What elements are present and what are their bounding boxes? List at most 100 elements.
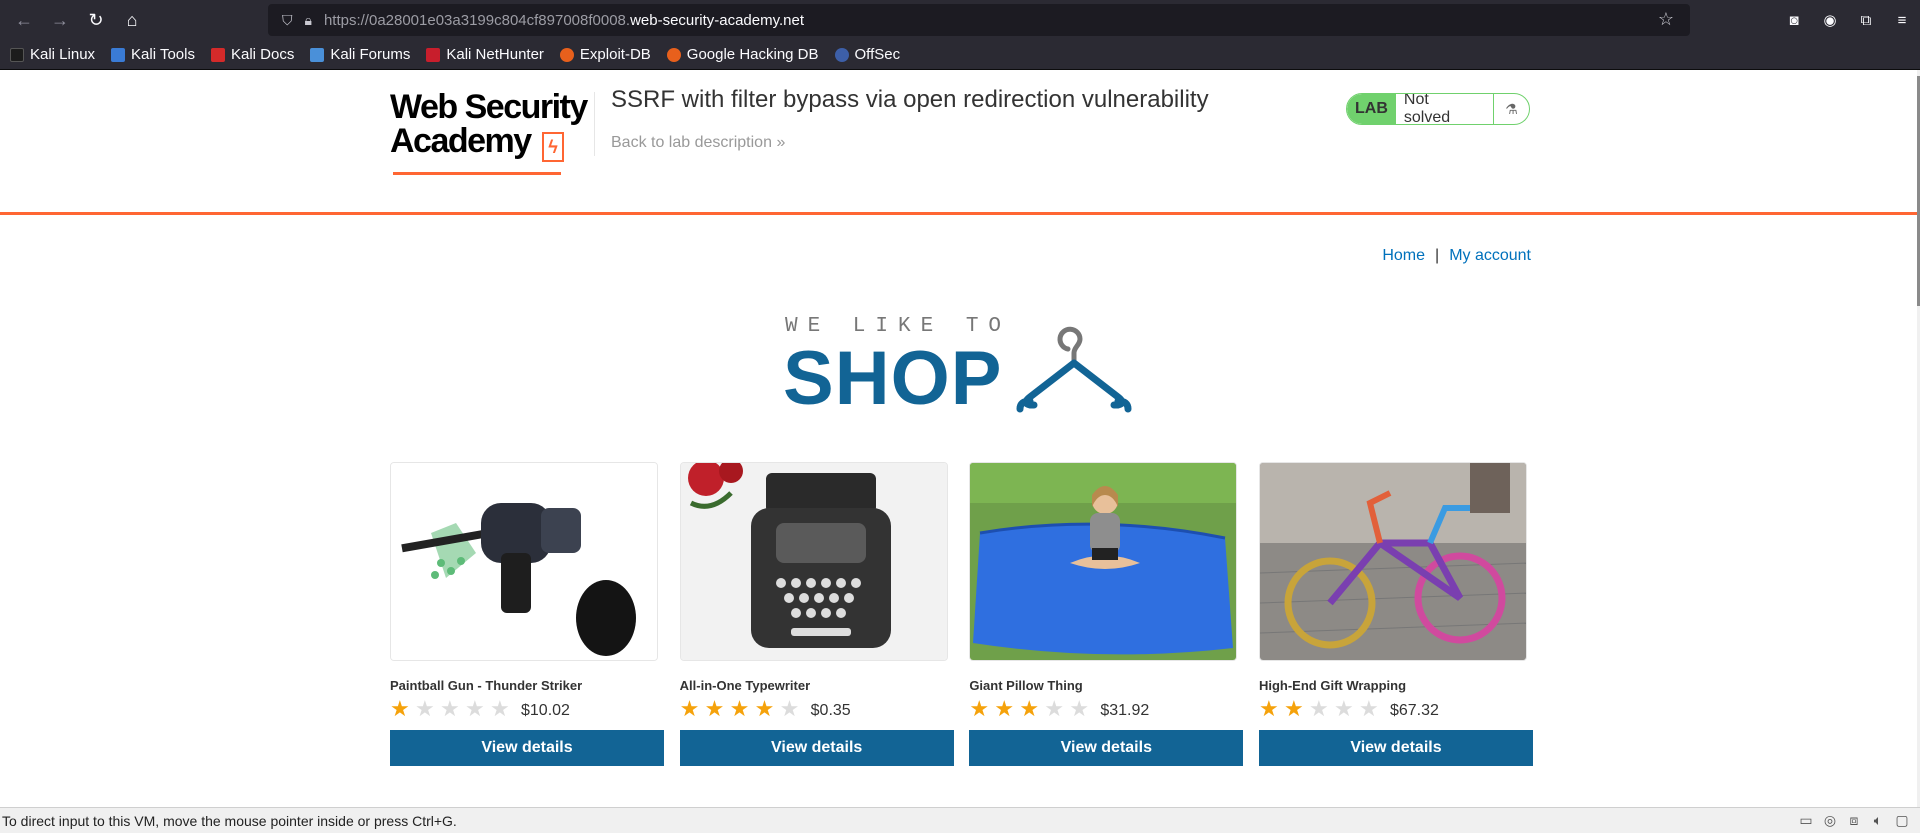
logo-underline (393, 172, 561, 175)
lab-status: Not solved (1403, 93, 1451, 125)
double-chevron-icon: » (776, 134, 786, 151)
star-icon: ★ (390, 696, 410, 721)
nethunter-icon (426, 47, 441, 62)
product-rating: ★ ★ ★ ★ ★ $31.92 (969, 698, 1240, 720)
display-icon[interactable]: ▢ (1890, 812, 1914, 829)
bookmark-google-hacking-db[interactable]: Google Hacking DB (666, 46, 819, 63)
star-icon: ★ (1333, 696, 1354, 721)
pocket-icon[interactable]: ◙ (1776, 12, 1812, 29)
view-details-button[interactable]: View details (969, 730, 1244, 766)
star-icon: ★ (679, 696, 700, 721)
banner-title: SHOP (783, 336, 1003, 421)
product-price: $67.32 (1389, 702, 1439, 719)
star-icon: ★ (415, 696, 435, 721)
kali-tools-icon (111, 47, 126, 62)
product-grid: Paintball Gun - Thunder Striker ★ ★ ★ ★ ★ $1… (390, 462, 1533, 766)
url-prefix: https://0a28001e03a3199c804cf897008f0008… (323, 11, 631, 29)
my-account-link[interactable]: My account (1449, 247, 1531, 264)
product-price: $31.92 (1100, 702, 1150, 719)
forward-arrow-icon[interactable]: → (42, 0, 78, 40)
product-price: $10.02 (521, 702, 570, 719)
url-bar[interactable]: ⛉ 🔒︎ https://0a28001e03a3199c804cf897008… (268, 4, 1690, 36)
star-icon: ★ (1308, 696, 1329, 721)
bookmark-kali-linux[interactable]: Kali Linux (10, 46, 95, 63)
network-icon[interactable]: ⧈ (1842, 812, 1866, 829)
bookmark-kali-nethunter[interactable]: Kali NetHunter (426, 46, 544, 63)
back-to-lab-description-link[interactable]: Back to lab description » (611, 134, 785, 152)
star-icon: ★ (440, 696, 460, 721)
account-icon[interactable]: ◉ (1812, 11, 1848, 29)
star-icon: ★ (969, 696, 990, 721)
product-card: Giant Pillow Thing ★ ★ ★ ★ ★ $31.92 View det… (969, 462, 1244, 766)
star-icon: ★ (779, 696, 800, 721)
lightning-bolt-icon: ϟ (542, 132, 564, 162)
offsec-icon (834, 47, 849, 62)
top-navigation: Home | My account (1382, 247, 1531, 265)
star-icon: ★ (1069, 696, 1090, 721)
back-arrow-icon[interactable]: ← (6, 0, 42, 40)
home-link[interactable]: Home (1382, 247, 1425, 264)
product-rating: ★ ★ ★ ★ ★ $67.32 (1259, 698, 1530, 720)
lab-title: SSRF with filter bypass via open redirec… (611, 86, 1209, 113)
shield-icon[interactable]: ⛉ (282, 12, 293, 29)
star-icon: ★ (994, 696, 1015, 721)
star-icon: ★ (1358, 696, 1379, 721)
bookmark-kali-forums[interactable]: Kali Forums (310, 46, 410, 63)
optical-drive-icon[interactable]: ◎ (1818, 812, 1842, 829)
view-details-button[interactable]: View details (390, 730, 664, 766)
star-icon: ★ (729, 696, 750, 721)
page-content: Web Security Academy ϟ SSRF with filter … (0, 70, 1917, 807)
star-icon: ★ (1283, 696, 1304, 721)
bookmarks-bar: Kali Linux Kali Tools Kali Docs Kali For… (0, 40, 1920, 70)
star-icon: ★ (465, 696, 485, 721)
nav-separator: | (1435, 247, 1440, 264)
product-name: Paintball Gun - Thunder Striker (390, 678, 583, 693)
home-icon[interactable]: ⌂ (114, 0, 150, 40)
product-card: Paintball Gun - Thunder Striker ★ ★ ★ ★ ★ $1… (390, 462, 664, 766)
product-image-gift-wrapping (1258, 462, 1527, 661)
bookmark-kali-docs[interactable]: Kali Docs (210, 46, 294, 63)
lock-icon[interactable]: 🔒︎ (305, 12, 312, 29)
coat-hanger-icon (1016, 326, 1132, 413)
lab-status-badge: LAB Not solved ⚗ (1346, 93, 1530, 125)
vm-status-text: To direct input to this VM, move the mou… (2, 812, 457, 829)
browser-toolbar: ← → ↻ ⌂ ⛉ 🔒︎ https://0a28001e03a3199c804… (0, 0, 1920, 40)
hard-disk-icon[interactable]: ▭ (1794, 812, 1818, 829)
product-image-typewriter (679, 462, 948, 661)
view-details-button[interactable]: View details (1258, 730, 1533, 766)
url-domain: web-security-academy.net (630, 11, 805, 29)
product-price: $0.35 (810, 702, 851, 719)
web-security-academy-logo[interactable]: Web Security Academy ϟ (390, 90, 590, 180)
kali-dragon-icon (10, 47, 24, 62)
reload-icon[interactable]: ↻ (78, 0, 114, 40)
kali-docs-icon (210, 47, 225, 62)
vm-status-bar: To direct input to this VM, move the mou… (0, 807, 1920, 833)
flask-icon: ⚗ (1493, 94, 1529, 124)
extensions-icon[interactable]: ⧉ (1848, 12, 1884, 29)
product-image-giant-pillow (969, 462, 1238, 661)
product-name: High-End Gift Wrapping (1258, 678, 1407, 693)
view-details-button[interactable]: View details (679, 730, 954, 766)
bookmark-kali-tools[interactable]: Kali Tools (111, 46, 195, 63)
kali-forums-icon (310, 47, 325, 62)
shop-banner: WE LIKE TO SHOP (780, 315, 1140, 421)
product-image-paintball-gun (390, 462, 658, 661)
menu-icon[interactable]: ≡ (1884, 12, 1920, 29)
ghdb-icon (666, 47, 681, 62)
audio-icon[interactable]: 🔈︎ (1866, 812, 1890, 829)
star-icon: ★ (490, 696, 510, 721)
bookmark-star-icon[interactable]: ☆ (1658, 9, 1674, 30)
academy-header: Web Security Academy ϟ SSRF with filter … (0, 70, 1917, 215)
star-icon: ★ (704, 696, 725, 721)
star-icon: ★ (1258, 696, 1279, 721)
lab-label: LAB (1347, 94, 1396, 124)
bookmark-exploit-db[interactable]: Exploit-DB (559, 46, 651, 63)
product-rating: ★ ★ ★ ★ ★ $10.02 (390, 698, 661, 720)
product-card: High-End Gift Wrapping ★ ★ ★ ★ ★ $67.32 View… (1258, 462, 1533, 766)
product-name: Giant Pillow Thing (969, 678, 1083, 693)
star-icon: ★ (1019, 696, 1040, 721)
star-icon: ★ (1044, 696, 1065, 721)
bookmark-offsec[interactable]: OffSec (834, 46, 900, 63)
star-icon: ★ (754, 696, 775, 721)
exploit-db-icon (559, 47, 574, 62)
